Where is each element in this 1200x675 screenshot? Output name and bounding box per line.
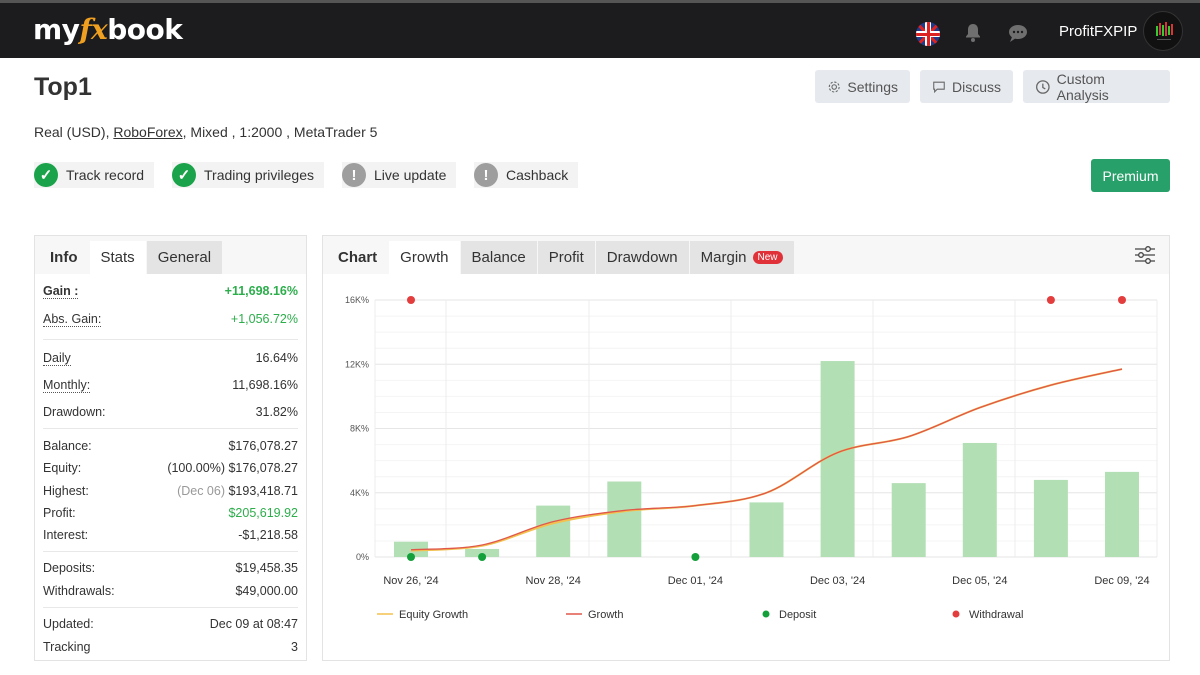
legend-swatch-dot	[762, 610, 770, 618]
legend-label: Equity Growth	[399, 609, 468, 621]
x-tick-label: Dec 01, '24	[668, 575, 723, 587]
y-tick-label: 12K%	[345, 359, 369, 369]
deposit-point	[478, 553, 487, 561]
y-tick-label: 4K%	[350, 488, 369, 498]
bar	[1105, 471, 1139, 557]
x-tick-label: Nov 28, '24	[526, 575, 581, 587]
withdrawal-point	[1046, 296, 1055, 304]
withdrawal-point	[407, 296, 415, 304]
bar	[536, 505, 571, 557]
deposit-point	[691, 553, 700, 561]
x-tick-label: Dec 03, '24	[810, 575, 865, 587]
growth-chart: 0% 4K% 8K% 12K% 16K% Nov 26, '24 Nov 28, '24 D…	[345, 295, 1158, 621]
x-tick-label: Dec 05, '24	[952, 575, 1007, 587]
bar	[607, 481, 642, 557]
bar	[891, 483, 926, 557]
y-tick-label: 16K%	[345, 295, 369, 305]
legend-label: Growth	[588, 609, 623, 621]
y-tick-label: 8K%	[350, 424, 369, 434]
x-axis-ticks: Nov 26, '24 Nov 28, '24 Dec 01, '24 Dec 03,…	[383, 575, 1149, 587]
legend-label: Withdrawal	[969, 609, 1023, 621]
bar	[1033, 479, 1068, 557]
x-tick-label: Nov 26, '24	[383, 575, 438, 587]
bar	[962, 442, 997, 557]
chart-legend: Equity Growth Growth Deposit Withdrawal	[377, 609, 1023, 621]
deposit-point	[407, 553, 415, 561]
withdrawal-point	[1118, 296, 1126, 304]
x-tick-label: Dec 09, '24	[1094, 575, 1149, 587]
bar-series	[394, 361, 1139, 557]
y-axis-ticks: 0% 4K% 8K% 12K% 16K%	[345, 295, 369, 562]
legend-swatch-dot	[952, 610, 960, 618]
y-tick-label: 0%	[356, 552, 369, 562]
legend-label: Deposit	[779, 609, 816, 621]
bar	[749, 502, 784, 557]
